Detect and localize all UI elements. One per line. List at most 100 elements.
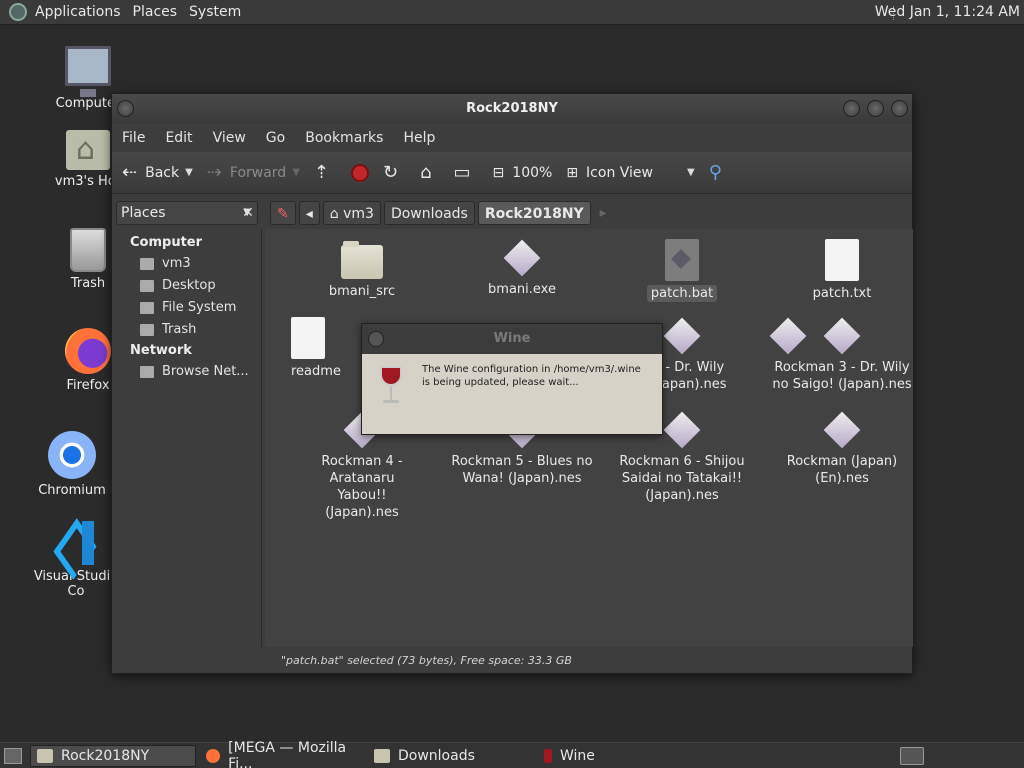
breadcrumb-label: vm3 <box>343 206 374 222</box>
show-desktop-icon[interactable] <box>4 747 22 764</box>
task-label: [MEGA — Mozilla Fi... <box>228 739 347 768</box>
file-item[interactable]: readme <box>269 317 347 380</box>
sidebar-item-label: File System <box>162 300 237 315</box>
menu-help[interactable]: Help <box>403 130 435 146</box>
reload-icon: ↻ <box>383 162 399 183</box>
back-button[interactable]: ⇠ Back ▼ <box>122 162 193 183</box>
wine-glass-icon <box>544 748 552 763</box>
file-item[interactable]: bmani_src <box>287 239 437 300</box>
forward-button[interactable]: ⇢ Forward ▼ <box>207 162 300 183</box>
top-panel: Applications Places System Wed Jan 1, 11… <box>0 0 1024 25</box>
window-title: Rock2018NY <box>466 101 558 116</box>
menu-view[interactable]: View <box>213 130 246 146</box>
minimize-button[interactable] <box>843 100 860 117</box>
menu-places[interactable]: Places <box>133 4 178 20</box>
nes-rom-icon <box>823 317 861 355</box>
task-label: Rock2018NY <box>61 747 150 764</box>
file-item[interactable]: bmani.exe <box>447 239 597 298</box>
sidebar-header-network: Network <box>130 343 192 358</box>
zoom-out-icon: ⊟ <box>492 164 505 181</box>
distro-logo-icon[interactable] <box>9 3 27 21</box>
breadcrumb-left-icon[interactable]: ◂ <box>298 201 320 225</box>
file-label: patch.txt <box>812 286 872 301</box>
task-label: Wine <box>560 747 595 764</box>
file-label: Rockman 6 - Shijou Saidai no Tatakai!! (… <box>619 454 745 503</box>
breadcrumb-right-icon[interactable]: ▸ <box>594 201 613 225</box>
search-button[interactable]: ⚲ <box>709 162 730 183</box>
window-menu-button[interactable] <box>368 331 384 347</box>
file-label: bmani_src <box>328 284 396 299</box>
maximize-button[interactable] <box>867 100 884 117</box>
computer-icon <box>65 46 111 97</box>
desktop-icon-label: Chromium <box>38 483 106 498</box>
sidebar-item-trash[interactable]: Trash <box>112 319 261 341</box>
wine-dialog-titlebar[interactable]: Wine <box>362 324 662 354</box>
menu-go[interactable]: Go <box>266 130 285 146</box>
breadcrumb-downloads[interactable]: Downloads <box>383 201 475 225</box>
back-arrow-icon: ⇠ <box>122 162 138 183</box>
trash-icon <box>70 228 106 272</box>
zoom-in-button[interactable]: ⊞ Icon View ▼ <box>566 165 694 181</box>
batch-file-icon <box>665 239 699 281</box>
search-icon: ⚲ <box>708 162 722 183</box>
file-label: Rockman (Japan) (En).nes <box>786 454 898 486</box>
file-label: readme <box>291 364 341 379</box>
reload-button[interactable]: ↻ <box>383 162 406 183</box>
forward-history-dropdown-icon[interactable]: ▼ <box>292 167 300 178</box>
file-item-selected[interactable]: patch.bat <box>607 239 757 302</box>
home-button[interactable]: ⌂ <box>420 162 439 183</box>
menu-system[interactable]: System <box>189 4 241 20</box>
close-sidebar-icon[interactable]: ✕ <box>236 202 260 224</box>
menu-file[interactable]: File <box>122 130 145 146</box>
window-menu-button[interactable] <box>117 100 134 117</box>
drive-icon <box>140 301 154 314</box>
zoom-level: 100% <box>512 164 553 181</box>
clock[interactable]: Wed Jan 1, 11:24 AM <box>875 4 1020 20</box>
file-item[interactable]: Rockman (Japan) (En).nes <box>767 411 917 487</box>
edit-location-icon[interactable]: ✎ <box>270 201 296 225</box>
folder-icon <box>374 748 390 763</box>
network-icon <box>140 365 154 378</box>
window-titlebar[interactable]: Rock2018NY <box>112 94 912 124</box>
sidebar-item-desktop[interactable]: Desktop <box>112 275 261 297</box>
location-bar: Places ▼ ✕ ✎ ◂ ⌂ vm3 Downloads Rock2018N… <box>112 195 914 229</box>
wine-dialog-title: Wine <box>493 331 531 346</box>
menu-bookmarks[interactable]: Bookmarks <box>305 130 383 146</box>
text-file-icon <box>825 239 859 281</box>
workspace-switcher-icon[interactable] <box>900 747 924 765</box>
computer-button[interactable]: ▭ <box>454 162 479 183</box>
home-icon: ⌂ <box>420 162 432 183</box>
up-button[interactable]: ⇡ <box>314 162 337 183</box>
task-firefox[interactable]: [MEGA — Mozilla Fi... <box>200 740 364 768</box>
zoom-out-button[interactable]: ⊟ 100% <box>493 165 553 181</box>
nes-rom-icon <box>663 411 701 449</box>
wine-dialog-message: The Wine configuration in /home/vm3/.win… <box>422 364 641 388</box>
task-rock2018ny[interactable]: Rock2018NY <box>30 744 196 767</box>
task-wine[interactable]: Wine <box>538 745 704 767</box>
sidebar-item-browse-network[interactable]: Browse Net... <box>112 361 261 383</box>
forward-arrow-icon: ⇢ <box>206 162 222 183</box>
menu-edit[interactable]: Edit <box>165 130 192 146</box>
zoom-in-icon: ⊞ <box>566 164 579 181</box>
firefox-icon <box>65 328 111 374</box>
file-label: bmani.exe <box>488 282 556 297</box>
back-history-dropdown-icon[interactable]: ▼ <box>185 167 193 178</box>
task-downloads[interactable]: Downloads <box>368 745 534 767</box>
desktop-icon-chromium[interactable]: Chromium <box>24 431 120 498</box>
nes-rom-icon <box>503 239 541 277</box>
stop-button[interactable] <box>351 163 369 182</box>
breadcrumb-vm3[interactable]: ⌂ vm3 <box>322 201 381 225</box>
folder-icon <box>341 241 383 279</box>
file-item[interactable]: Rockman 3 - Dr. Wily no Saigo! (Japan).n… <box>767 317 917 393</box>
sidebar-item-filesystem[interactable]: File System <box>112 297 261 319</box>
view-mode-select[interactable]: Icon View <box>586 165 653 181</box>
file-view[interactable]: bmani_src bmani.exe patch.bat patch.txt … <box>265 229 913 647</box>
sidebar-item-vm3[interactable]: vm3 <box>112 253 261 275</box>
breadcrumb-rock2018ny[interactable]: Rock2018NY <box>477 201 591 225</box>
view-mode-dropdown-icon[interactable]: ▼ <box>687 167 695 178</box>
sidebar-header-computer: Computer <box>130 235 203 250</box>
menu-applications[interactable]: Applications <box>35 4 121 20</box>
file-item[interactable]: patch.txt <box>767 239 917 302</box>
close-button[interactable] <box>891 100 908 117</box>
back-label: Back <box>145 164 180 181</box>
